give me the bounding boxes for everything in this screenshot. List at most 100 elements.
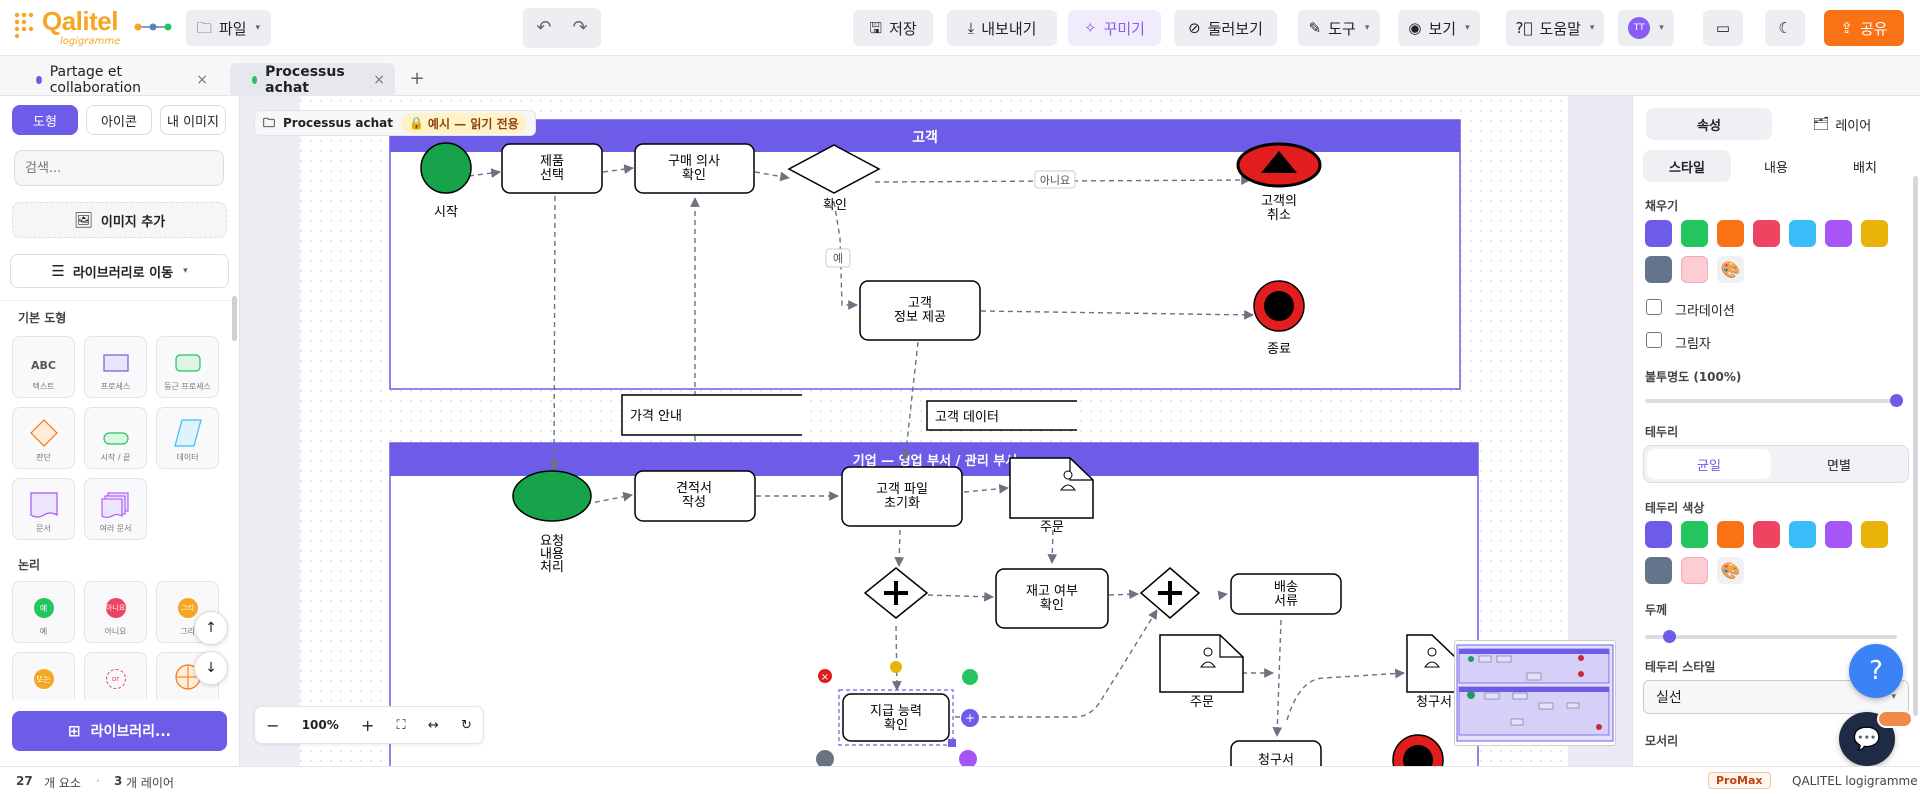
thickness-slider-track[interactable] [1645,635,1897,639]
user-menu-button[interactable]: TT ▾ [1618,10,1674,46]
avatar: TT [1628,17,1651,39]
shape-rounded-process[interactable]: 둥근 프로세스 [156,336,219,398]
color-swatch[interactable] [1789,521,1816,548]
add-image-button[interactable]: 🖼 이미지 추가 [12,202,227,238]
sidebar-scrollbar[interactable] [232,296,237,341]
reset-view-icon[interactable]: ↻ [461,718,472,733]
tab-shapes[interactable]: 도형 [12,105,78,135]
shape-process[interactable]: 프로세스 [84,336,147,398]
subtab-content[interactable]: 내용 [1732,150,1820,182]
redo-icon[interactable]: ↷ [573,19,588,37]
annotation-price-info[interactable]: 가격 안내 [621,394,802,436]
color-swatch[interactable] [1681,220,1708,247]
document-shape-icon [29,492,58,518]
color-swatch[interactable] [1717,220,1744,247]
start-event[interactable] [420,142,472,194]
shape-or-dashed[interactable]: or [84,652,147,700]
node-label: 주문 [1040,520,1064,535]
decorate-label: 꾸미기 [1103,19,1145,38]
file-menu-button[interactable]: 🗀 파일 ▾ [186,10,271,46]
decorate-button[interactable]: ✧ 꾸미기 [1068,10,1161,46]
tab-layers[interactable]: 🗂 레이어 [1779,108,1905,140]
color-swatch[interactable] [1645,220,1672,247]
color-swatch[interactable] [1825,220,1852,247]
color-swatch[interactable] [1681,256,1708,283]
close-icon[interactable]: × [196,72,208,88]
color-swatch[interactable] [1861,220,1888,247]
color-swatch[interactable] [1681,557,1708,584]
zoom-level[interactable]: 100% [302,718,339,732]
plan-badge[interactable]: ProMax [1708,772,1771,789]
scroll-down-button[interactable]: ↓ [194,651,228,685]
undo-icon[interactable]: ↶ [536,19,551,37]
save-button[interactable]: 🖫 저장 [853,10,933,46]
fit-screen-icon[interactable]: ⛶ [397,718,406,733]
color-swatch[interactable] [1789,220,1816,247]
shape-yes[interactable]: 예 예 [12,581,75,643]
help-fab[interactable]: ? [1849,644,1903,698]
color-swatch[interactable] [1645,256,1672,283]
shape-multi-document[interactable]: 여러 문서 [84,478,147,540]
goto-library-button[interactable]: ☰ 라이브러리로 이동 ▾ [10,254,229,288]
app-logo[interactable]: Qalitel logigramme [14,6,174,48]
scroll-up-button[interactable]: ↑ [194,611,228,645]
view-menu-button[interactable]: ◉ 보기 ▾ [1398,10,1480,46]
tools-menu-button[interactable]: ✎ 도구 ▾ [1298,10,1380,46]
tab-icons[interactable]: 아이콘 [86,105,152,135]
fit-width-icon[interactable]: ↔ [428,718,439,733]
border-mode-per-side[interactable]: 면별 [1777,449,1901,479]
request-start-event[interactable] [512,470,592,522]
palette-picker-icon[interactable]: 🎨 [1717,256,1744,283]
minimap[interactable] [1454,640,1616,746]
share-button[interactable]: ⇪ 공유 [1824,10,1904,46]
shape-decision[interactable]: 판단 [12,407,75,469]
shape-text[interactable]: ABC 텍스트 [12,336,75,398]
shadow-checkbox[interactable] [1646,332,1662,348]
tab-my-images[interactable]: 내 이미지 [160,105,226,135]
chevron-down-icon: ▾ [183,266,188,276]
shape-no[interactable]: 아니요 아니요 [84,581,147,643]
help-menu-button[interactable]: ?⃝ 도움말 ▾ [1506,10,1604,46]
tab-processus-achat[interactable]: Processus achat × [230,63,395,96]
color-swatch[interactable] [1681,521,1708,548]
library-button[interactable]: ⊞ 라이브러리... [12,711,227,751]
shape-document[interactable]: 문서 [12,478,75,540]
opacity-slider-track[interactable] [1645,399,1897,403]
border-mode-uniform[interactable]: 균일 [1647,449,1771,479]
close-icon[interactable]: × [373,72,385,88]
color-swatch[interactable] [1645,557,1672,584]
color-swatch[interactable] [1753,521,1780,548]
shape-or[interactable]: 또는 [12,652,75,700]
export-button[interactable]: ⤓ 내보내기 [947,10,1057,46]
color-swatch[interactable] [1825,521,1852,548]
color-swatch[interactable] [1717,521,1744,548]
resize-handle[interactable] [948,739,956,747]
color-swatch[interactable] [1861,521,1888,548]
annotation-customer-data[interactable]: 고객 데이터 [926,400,1077,431]
zoom-out-icon[interactable]: − [266,716,279,735]
color-swatch[interactable] [1645,521,1672,548]
color-swatch[interactable] [1753,220,1780,247]
shape-start-end[interactable]: 시작 / 끝 [84,407,147,469]
opacity-slider-thumb[interactable] [1890,394,1903,407]
zoom-in-icon[interactable]: + [361,716,374,735]
border-color-label: 테두리 색상 [1645,501,1705,515]
shape-data[interactable]: 데이터 [156,407,219,469]
gradient-checkbox[interactable] [1646,299,1662,315]
subtab-style[interactable]: 스타일 [1643,150,1731,182]
tab-partage-collaboration[interactable]: Partage et collaboration × [14,63,218,96]
duplicate-node-icon[interactable] [962,669,978,685]
connect-handle-top[interactable] [890,661,902,673]
tab-properties[interactable]: 속성 [1646,108,1772,140]
dark-mode-toggle[interactable]: ☾ [1765,10,1805,46]
tour-button[interactable]: ⊘ 둘러보기 [1174,10,1277,46]
diagram-canvas[interactable]: 고객 기업 — 영업 부서 / 관리 부서 시작 제품 선택 구매 의사 확인 … [240,96,1632,766]
thickness-slider-thumb[interactable] [1663,630,1676,643]
panel-scrollbar[interactable] [1913,176,1918,716]
shape-search-input[interactable] [14,150,224,186]
new-tab-button[interactable]: + [406,68,428,90]
present-button[interactable]: ▭ [1703,10,1743,46]
palette-picker-icon[interactable]: 🎨 [1717,557,1744,584]
diamond-shape-icon [29,419,58,447]
subtab-layout[interactable]: 배치 [1821,150,1909,182]
